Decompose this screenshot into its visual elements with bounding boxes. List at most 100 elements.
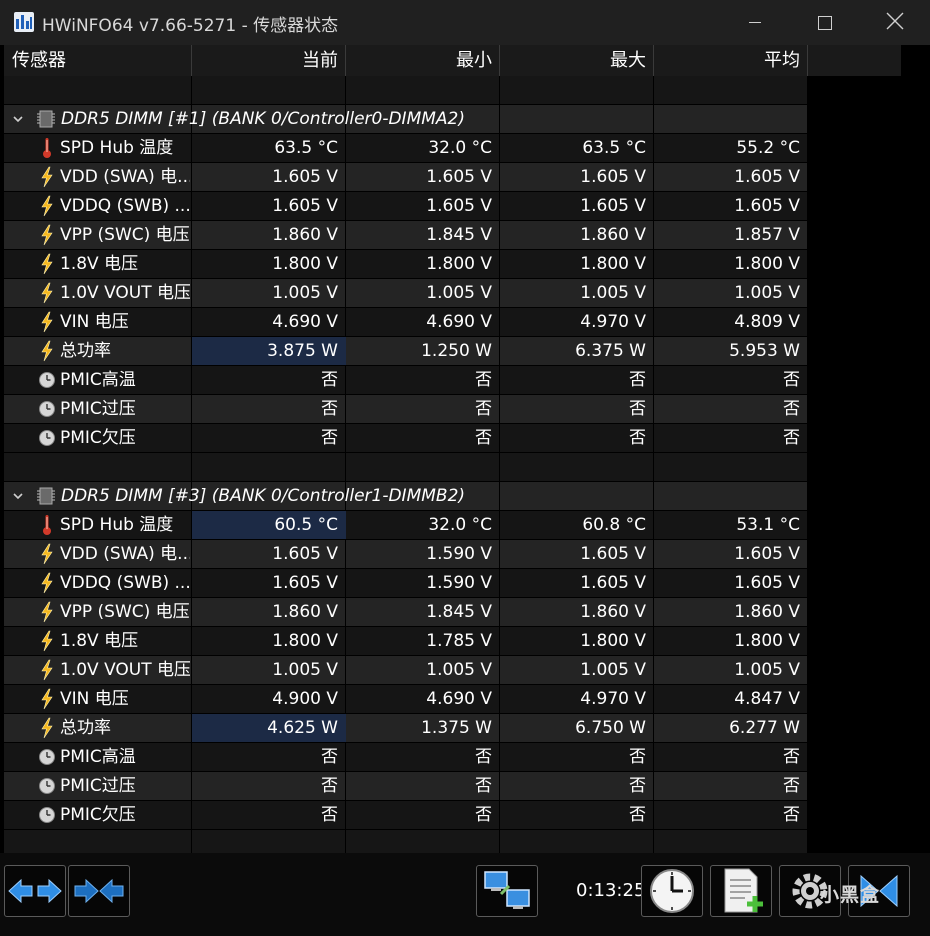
- sensor-current: 否: [321, 370, 338, 390]
- sensor-name: PMIC欠压: [60, 805, 136, 825]
- sensor-current: 否: [321, 805, 338, 825]
- close-icon: [886, 12, 904, 30]
- collapse-button[interactable]: [68, 865, 130, 917]
- expand-button[interactable]: [4, 865, 66, 917]
- minimize-button[interactable]: [720, 0, 790, 45]
- sensor-current: 60.5 °C: [192, 511, 346, 539]
- sensor-avg: 1.605 V: [734, 196, 800, 216]
- column-header-max[interactable]: 最大: [500, 45, 654, 76]
- sensor-row[interactable]: 总功率 3.875 W 1.250 W 6.375 W 5.953 W: [4, 337, 808, 366]
- sensor-row[interactable]: VDDQ (SWB) ... 1.605 V 1.605 V 1.605 V 1.605…: [4, 192, 808, 221]
- sensor-row[interactable]: VIN 电压 4.690 V 4.690 V 4.970 V 4.809 V: [4, 308, 808, 337]
- sensor-name: 1.8V 电压: [60, 254, 139, 274]
- close-button[interactable]: [860, 0, 930, 45]
- lightning-icon: [41, 253, 53, 275]
- chevron-down-icon[interactable]: [12, 490, 24, 502]
- sensor-avg: 否: [783, 428, 800, 448]
- sensor-current: 否: [321, 399, 338, 419]
- sensor-min: 4.690 V: [426, 689, 492, 709]
- sensor-max: 63.5 °C: [582, 138, 646, 158]
- sensor-max: 4.970 V: [580, 312, 646, 332]
- sensor-name: VDD (SWA) 电...: [60, 544, 190, 564]
- network-icon: [484, 871, 530, 909]
- sensor-min: 1.590 V: [426, 544, 492, 564]
- sensor-max: 否: [629, 805, 646, 825]
- sensor-row[interactable]: PMIC高温 否 否 否 否: [4, 743, 808, 772]
- sensor-avg: 55.2 °C: [736, 138, 800, 158]
- sensor-avg: 否: [783, 776, 800, 796]
- sensor-min: 否: [475, 805, 492, 825]
- clock-icon: [39, 430, 55, 446]
- sensor-name: PMIC欠压: [60, 428, 136, 448]
- column-header-current[interactable]: 当前: [192, 45, 346, 76]
- thermometer-icon: [43, 138, 51, 158]
- sensor-row[interactable]: PMIC欠压 否 否 否 否: [4, 801, 808, 830]
- chevron-down-icon[interactable]: [12, 113, 24, 125]
- sensor-table: DDR5 DIMM [#1] (BANK 0/Controller0-DIMMA…: [4, 76, 808, 859]
- sensor-avg: 5.953 W: [729, 341, 800, 361]
- column-header-sensor[interactable]: 传感器: [12, 45, 66, 76]
- minimize-icon: [749, 22, 761, 23]
- sensor-name: VDDQ (SWB) ...: [60, 196, 190, 216]
- spacer-row: [4, 76, 808, 105]
- maximize-button[interactable]: [790, 0, 860, 45]
- sensor-max: 否: [629, 776, 646, 796]
- sensor-name: SPD Hub 温度: [60, 138, 174, 158]
- group-header[interactable]: DDR5 DIMM [#3] (BANK 0/Controller1-DIMMB…: [4, 482, 808, 511]
- sensor-row[interactable]: VDD (SWA) 电... 1.605 V 1.605 V 1.605 V 1.605…: [4, 163, 808, 192]
- sensor-avg: 1.857 V: [734, 225, 800, 245]
- lightning-icon: [41, 195, 53, 217]
- sensor-max: 1.605 V: [580, 196, 646, 216]
- sensor-name: PMIC过压: [60, 776, 136, 796]
- sensor-avg: 1.605 V: [734, 544, 800, 564]
- sensor-min: 1.250 W: [421, 341, 492, 361]
- sensor-avg: 1.605 V: [734, 167, 800, 187]
- column-header-min[interactable]: 最小: [346, 45, 500, 76]
- sensor-row[interactable]: SPD Hub 温度 63.5 °C 32.0 °C 63.5 °C 55.2 °C: [4, 134, 808, 163]
- sensor-name: PMIC高温: [60, 747, 136, 767]
- report-button[interactable]: [710, 865, 772, 917]
- sensor-row[interactable]: SPD Hub 温度 60.5 °C 32.0 °C 60.8 °C 53.1 °C: [4, 511, 808, 540]
- sensor-min: 否: [475, 399, 492, 419]
- sensor-current: 1.605 V: [272, 573, 338, 593]
- clock-button[interactable]: [641, 865, 703, 917]
- app-icon: [14, 12, 34, 32]
- memory-chip-icon: [37, 487, 55, 505]
- group-header[interactable]: DDR5 DIMM [#1] (BANK 0/Controller0-DIMMA…: [4, 105, 808, 134]
- expand-arrows-icon: [8, 878, 62, 904]
- sensor-min: 32.0 °C: [428, 515, 492, 535]
- sensor-name: 总功率: [60, 341, 111, 361]
- sensor-row[interactable]: 1.8V 电压 1.800 V 1.800 V 1.800 V 1.800 V: [4, 250, 808, 279]
- title-bar[interactable]: HWiNFO64 v7.66-5271 - 传感器状态: [0, 0, 930, 45]
- lightning-icon: [41, 340, 53, 362]
- sensor-row[interactable]: 1.8V 电压 1.800 V 1.785 V 1.800 V 1.800 V: [4, 627, 808, 656]
- elapsed-timer: 0:13:25: [576, 880, 646, 901]
- sensor-row[interactable]: PMIC过压 否 否 否 否: [4, 395, 808, 424]
- sensor-min: 否: [475, 428, 492, 448]
- sensor-row[interactable]: 总功率 4.625 W 1.375 W 6.750 W 6.277 W: [4, 714, 808, 743]
- sensor-row[interactable]: VIN 电压 4.900 V 4.690 V 4.970 V 4.847 V: [4, 685, 808, 714]
- sensor-row[interactable]: PMIC过压 否 否 否 否: [4, 772, 808, 801]
- sensor-min: 否: [475, 370, 492, 390]
- sensor-max: 否: [629, 399, 646, 419]
- network-button[interactable]: [476, 865, 538, 917]
- sensor-min: 1.605 V: [426, 196, 492, 216]
- group-title: DDR5 DIMM [#3] (BANK 0/Controller1-DIMMB…: [61, 486, 466, 506]
- column-header-avg[interactable]: 平均: [654, 45, 808, 76]
- sensor-current: 1.605 V: [272, 167, 338, 187]
- lightning-icon: [41, 311, 53, 333]
- sensor-row[interactable]: 1.0V VOUT 电压 1.005 V 1.005 V 1.005 V 1.005 V: [4, 656, 808, 685]
- lightning-icon: [41, 543, 53, 565]
- sensor-min: 1.605 V: [426, 167, 492, 187]
- sensor-name: VDDQ (SWB) ...: [60, 573, 190, 593]
- sensor-avg: 1.800 V: [734, 631, 800, 651]
- sensor-avg: 否: [783, 399, 800, 419]
- sensor-row[interactable]: PMIC欠压 否 否 否 否: [4, 424, 808, 453]
- sensor-row[interactable]: 1.0V VOUT 电压 1.005 V 1.005 V 1.005 V 1.005 V: [4, 279, 808, 308]
- sensor-row[interactable]: PMIC高温 否 否 否 否: [4, 366, 808, 395]
- sensor-row[interactable]: VDD (SWA) 电... 1.605 V 1.590 V 1.605 V 1.605…: [4, 540, 808, 569]
- sensor-row[interactable]: VPP (SWC) 电压 1.860 V 1.845 V 1.860 V 1.857 V: [4, 221, 808, 250]
- sensor-row[interactable]: VPP (SWC) 电压 1.860 V 1.845 V 1.860 V 1.860 V: [4, 598, 808, 627]
- sensor-avg: 否: [783, 747, 800, 767]
- sensor-row[interactable]: VDDQ (SWB) ... 1.605 V 1.590 V 1.605 V 1.605…: [4, 569, 808, 598]
